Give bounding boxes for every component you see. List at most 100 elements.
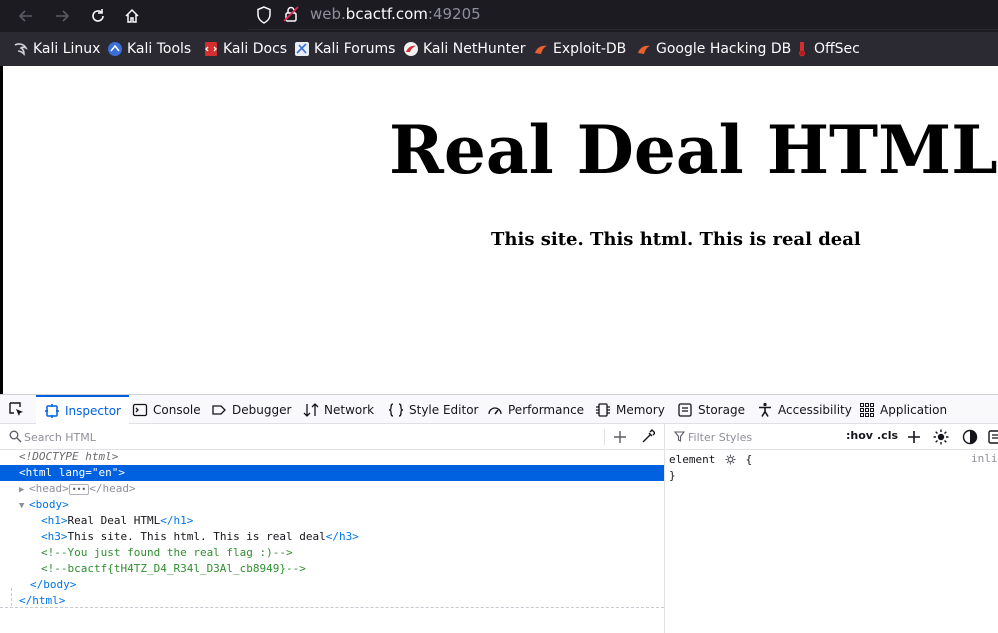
tab-label: Inspector — [65, 403, 121, 418]
tab-application[interactable]: Application — [859, 395, 947, 424]
page-viewport: Real Deal HTML This site. This html. Thi… — [3, 66, 998, 394]
url-host: bcactf.com — [345, 5, 428, 23]
add-node-icon[interactable] — [613, 430, 627, 444]
tab-debugger[interactable]: Debugger — [211, 395, 291, 424]
kali-dragon-icon — [14, 43, 28, 56]
forward-button[interactable] — [50, 4, 74, 28]
tree-node-html[interactable]: <html lang="en"> — [0, 465, 664, 481]
dark-theme-icon[interactable] — [962, 429, 978, 445]
tree-node-h3[interactable]: <h3>This site. This html. This is real d… — [0, 529, 664, 545]
filter-styles-input[interactable] — [688, 429, 838, 445]
ghdb-icon — [638, 45, 650, 54]
html-open-bracket: > — [118, 466, 125, 479]
tree-node-body[interactable]: ▼ <body> — [0, 497, 664, 513]
tab-accessibility[interactable]: Accessibility — [757, 395, 852, 424]
search-html-row — [0, 424, 665, 450]
tree-node-h1[interactable]: <h1>Real Deal HTML</h1> — [0, 513, 664, 529]
comment-text: <!--You just found the real flag :)--> — [41, 546, 293, 559]
tab-memory[interactable]: Memory — [595, 395, 665, 424]
tree-node-doctype[interactable]: <!DOCTYPE html> — [0, 449, 664, 465]
doctype-text: <!DOCTYPE html> — [19, 450, 119, 463]
home-button[interactable] — [120, 4, 144, 28]
head-close-tag: </head> — [89, 482, 136, 495]
tree-node-comment-1[interactable]: <!--You just found the real flag :)--> — [0, 545, 664, 561]
print-media-icon[interactable] — [988, 429, 998, 445]
home-icon — [125, 8, 139, 23]
light-theme-icon[interactable] — [933, 429, 949, 445]
tab-style-editor[interactable]: Style Editor — [388, 395, 478, 424]
bookmark-label: Google Hacking DB — [656, 41, 792, 57]
bookmark-label: Exploit-DB — [553, 41, 627, 57]
console-icon — [132, 403, 148, 416]
application-icon — [860, 402, 874, 417]
gear-icon[interactable] — [725, 454, 736, 465]
bookmark-google-hacking-db[interactable]: Google Hacking DB — [636, 40, 791, 58]
collapse-arrow-icon[interactable]: ▼ — [19, 498, 29, 514]
performance-icon — [488, 406, 502, 414]
bookmark-kali-nethunter[interactable]: Kali NetHunter — [403, 40, 525, 58]
hov-button[interactable]: :hov — [846, 429, 873, 442]
tab-label: Style Editor — [409, 402, 479, 417]
bookmark-label: Kali NetHunter — [423, 41, 526, 57]
bookmark-kali-tools[interactable]: Kali Tools — [107, 40, 191, 58]
back-button[interactable] — [14, 4, 38, 28]
page-subheading: This site. This html. This is real deal — [491, 229, 861, 250]
tab-storage[interactable]: Storage — [677, 395, 745, 424]
shield-icon — [257, 6, 271, 24]
tab-inspector[interactable]: Inspector — [36, 395, 129, 424]
bookmark-label: Kali Forums — [314, 41, 396, 57]
filter-styles-row: :hov .cls — [666, 424, 998, 450]
kali-forums-icon — [295, 42, 309, 56]
tab-label: Accessibility — [778, 402, 852, 417]
tree-node-comment-2[interactable]: <!--bcactf{tH4TZ_D4_R34l_D3Al_cb8949}--> — [0, 561, 664, 577]
bookmark-kali-linux[interactable]: Kali Linux — [13, 40, 100, 58]
nethunter-icon — [404, 42, 418, 56]
collapsed-ellipsis-icon[interactable]: ••• — [68, 483, 90, 495]
bookmark-label: Kali Docs — [223, 41, 288, 57]
url-text[interactable]: web.bcactf.com:49205 — [310, 5, 481, 23]
inspector-icon — [45, 403, 59, 418]
bookmark-kali-docs[interactable]: Kali Docs — [203, 40, 287, 58]
tab-label: Network — [324, 402, 375, 417]
url-bar[interactable]: web.bcactf.com:49205 — [248, 0, 998, 30]
tab-console[interactable]: Console — [132, 395, 201, 424]
tab-label: Performance — [508, 402, 585, 417]
rule-close-brace: } — [669, 469, 676, 482]
expand-arrow-icon[interactable]: ▶ — [19, 482, 29, 498]
markup-panel: <!DOCTYPE html> <html lang="en"> ▶<head>… — [0, 424, 665, 633]
filter-icon — [674, 431, 685, 442]
tab-label: Debugger — [232, 402, 292, 417]
search-icon — [9, 430, 22, 443]
bookmark-kali-forums[interactable]: Kali Forums — [294, 40, 395, 58]
reload-icon — [92, 9, 104, 22]
tab-performance[interactable]: Performance — [487, 395, 584, 424]
devtools-panel: Inspector Console Debugger Network Style… — [0, 394, 998, 633]
add-rule-icon[interactable] — [907, 430, 921, 444]
h3-text: This site. This html. This is real deal — [67, 530, 326, 543]
eyedropper-icon[interactable] — [641, 429, 655, 444]
browser-toolbar: web.bcactf.com:49205 — [0, 0, 998, 32]
tree-node-head[interactable]: ▶ <head> ••• </head> — [0, 481, 664, 497]
inline-source-label: inli — [971, 452, 998, 465]
tab-network[interactable]: Network — [303, 395, 374, 424]
storage-icon — [678, 402, 692, 417]
tree-node-body-close[interactable]: </body> — [0, 577, 664, 593]
url-prefix: web. — [310, 5, 346, 23]
cls-button[interactable]: .cls — [877, 429, 898, 442]
kali-tools-icon — [108, 42, 122, 56]
tree-end-divider — [0, 607, 664, 608]
reload-button[interactable] — [86, 4, 110, 28]
h1-text: Real Deal HTML — [67, 514, 161, 527]
bookmark-label: OffSec — [814, 41, 860, 57]
bookmark-exploit-db[interactable]: Exploit-DB — [533, 40, 626, 58]
h3-close-tag: </h3> — [325, 530, 359, 543]
devtools-tab-bar: Inspector Console Debugger Network Style… — [0, 395, 998, 424]
html-lang-value: "en" — [91, 466, 119, 479]
flag-comment-text: <!--bcactf{tH4TZ_D4_R34l_D3Al_cb8949}--> — [41, 562, 306, 575]
search-html-input[interactable] — [24, 429, 584, 445]
bookmark-offsec[interactable]: OffSec — [794, 40, 860, 58]
offsec-icon — [799, 42, 805, 57]
html-lang-attr: lang — [58, 466, 86, 479]
element-picker-icon[interactable] — [8, 401, 26, 419]
arrow-left-icon — [18, 10, 32, 22]
